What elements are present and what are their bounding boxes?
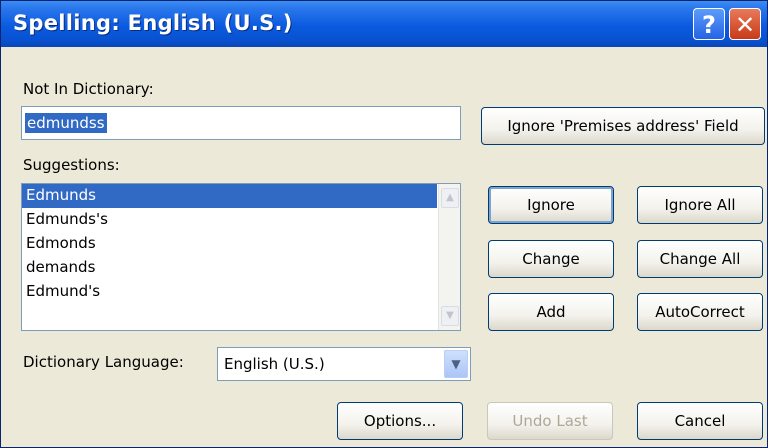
ignore-button[interactable]: Ignore	[488, 186, 614, 224]
suggestion-item[interactable]: Edmund's	[22, 280, 437, 304]
change-button[interactable]: Change	[488, 240, 614, 278]
ignore-field-button[interactable]: Ignore 'Premises address' Field	[481, 107, 765, 145]
options-button[interactable]: Options...	[337, 402, 463, 440]
scroll-down-arrow-icon[interactable]: ▼	[441, 306, 459, 326]
misspelled-word: edmundss	[25, 113, 107, 133]
suggestions-scrollbar[interactable]: ▲ ▼	[438, 184, 460, 330]
not-in-dictionary-field[interactable]: edmundss	[21, 106, 461, 140]
scroll-up-arrow-icon[interactable]: ▲	[441, 188, 459, 208]
dictionary-language-label: Dictionary Language:	[23, 353, 184, 371]
help-button[interactable]: ?	[693, 8, 725, 40]
undo-last-button: Undo Last	[487, 402, 613, 440]
suggestions-label: Suggestions:	[23, 156, 120, 174]
dictionary-language-select[interactable]: English (U.S.) ▼	[217, 347, 471, 381]
not-in-dictionary-label: Not In Dictionary:	[23, 80, 154, 98]
close-icon: ✕	[734, 11, 756, 39]
change-all-button[interactable]: Change All	[637, 240, 763, 278]
suggestion-item[interactable]: Edmunds's	[22, 208, 437, 232]
chevron-down-icon[interactable]: ▼	[444, 350, 468, 378]
suggestion-item[interactable]: demands	[22, 256, 437, 280]
dictionary-language-value: English (U.S.)	[224, 355, 325, 373]
title-bar[interactable]: Spelling: English (U.S.) ? ✕	[1, 1, 767, 47]
autocorrect-button[interactable]: AutoCorrect	[637, 293, 763, 331]
question-mark-icon: ?	[702, 11, 716, 39]
add-button[interactable]: Add	[488, 293, 614, 331]
ignore-all-button[interactable]: Ignore All	[637, 186, 763, 224]
close-button[interactable]: ✕	[729, 8, 761, 40]
window-title: Spelling: English (U.S.)	[13, 11, 293, 35]
cancel-button[interactable]: Cancel	[637, 402, 763, 440]
suggestions-list[interactable]: Edmunds Edmunds's Edmonds demands Edmund…	[21, 183, 461, 331]
suggestion-item[interactable]: Edmonds	[22, 232, 437, 256]
spelling-dialog: Spelling: English (U.S.) ? ✕ Not In Dict…	[0, 0, 768, 448]
suggestion-item[interactable]: Edmunds	[22, 184, 437, 208]
